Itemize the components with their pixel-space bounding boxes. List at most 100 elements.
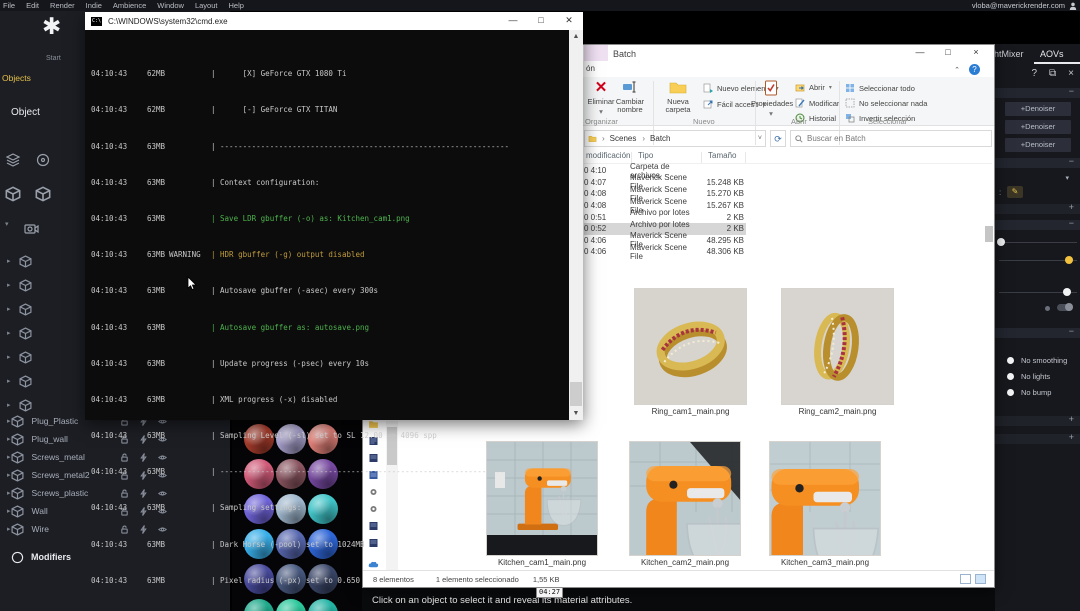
refresh-button[interactable]: ⟳ — [770, 130, 786, 147]
radio-label: No bump — [1021, 388, 1051, 397]
menu-item[interactable]: File — [3, 1, 15, 10]
column-header-type[interactable]: Tipo — [638, 151, 653, 160]
scroll-down-icon[interactable]: ▼ — [569, 407, 583, 420]
tree-row[interactable]: ▸ — [0, 300, 85, 318]
collapse-icon[interactable]: − — [1069, 86, 1074, 96]
minimize-button[interactable]: — — [499, 12, 527, 30]
target-icon[interactable] — [35, 152, 51, 168]
radio-option[interactable]: No lights — [1007, 372, 1050, 381]
radio-option[interactable]: No smoothing — [1007, 356, 1067, 365]
tree-row[interactable]: ▸ — [0, 252, 85, 270]
maximize-button[interactable]: □ — [527, 12, 555, 30]
maximize-button[interactable]: □ — [934, 45, 962, 61]
close-button[interactable]: ✕ — [555, 12, 583, 30]
section-header[interactable]: − — [995, 88, 1080, 98]
account-area[interactable]: vloba@maverickrender.com — [972, 1, 1077, 10]
collapse-icon[interactable]: − — [1069, 218, 1074, 228]
object-toolbar-row1 — [5, 152, 51, 168]
edit-button[interactable]: Modificar — [795, 98, 839, 108]
column-header-size[interactable]: Tamaño — [708, 151, 736, 160]
scrollbar-thumb[interactable] — [570, 382, 582, 406]
section-header[interactable]: − — [995, 158, 1080, 168]
breadcrumb-item[interactable]: Scenes — [599, 134, 639, 143]
menu-item[interactable]: Indie — [86, 1, 102, 10]
cube-icon[interactable] — [5, 186, 21, 202]
slider-handle-yellow[interactable] — [1065, 256, 1073, 264]
menu-item[interactable]: Ambience — [113, 1, 146, 10]
thumbnail-ring-cam1[interactable] — [634, 288, 747, 405]
file-row[interactable]: 0 4:06 Maverick Scene File 48.306 KB — [584, 246, 746, 258]
thumbnail-ring-cam2[interactable] — [781, 288, 894, 405]
help-icon[interactable]: ? — [969, 64, 980, 75]
search-input[interactable] — [807, 134, 987, 143]
collapse-ribbon-icon[interactable]: ⌃ — [954, 66, 960, 74]
menu-item[interactable]: Render — [50, 1, 75, 10]
tab-objects[interactable]: Objects — [2, 73, 31, 83]
help-icon[interactable]: ? — [1031, 68, 1037, 79]
section-header[interactable]: + — [995, 416, 1080, 426]
thumbnail-kitchen-cam3[interactable] — [769, 441, 881, 556]
group-label: Abrir — [791, 117, 807, 126]
edit-pencil-icon[interactable]: ✎ — [1007, 186, 1023, 198]
denoiser-button[interactable]: +Denoiser — [1005, 120, 1071, 134]
slider-handle[interactable] — [997, 238, 1005, 246]
cube2-icon[interactable] — [35, 186, 51, 202]
collapse-icon[interactable]: − — [1069, 156, 1074, 166]
menu-item[interactable]: Layout — [195, 1, 218, 10]
tab-aovs[interactable]: AOVs — [1040, 49, 1064, 59]
ribbon-tab-fragment[interactable]: ón — [586, 64, 595, 73]
cmd-title-bar[interactable]: C:\ C:\WINDOWS\system32\cmd.exe — □ ✕ — [85, 12, 583, 30]
cmd-scrollbar[interactable]: ▲ ▼ — [569, 30, 583, 420]
address-bar[interactable]: ScenesBatch ˅ — [584, 130, 766, 147]
expand-icon[interactable]: + — [1069, 202, 1074, 212]
chevron-down-icon[interactable]: ▾ — [1065, 174, 1069, 182]
denoiser-button[interactable]: +Denoiser — [1005, 138, 1071, 152]
collapse-icon[interactable]: − — [1069, 326, 1074, 336]
section-header[interactable]: + — [995, 434, 1080, 444]
tree-row[interactable]: ▸ — [0, 276, 85, 294]
breadcrumb-item[interactable]: Batch — [639, 134, 673, 143]
details-view-button[interactable] — [960, 574, 971, 584]
cmd-console[interactable]: 04:10:43 62MB | [X] GeForce GTX 1080 Ti … — [85, 30, 583, 420]
rename-button[interactable]: Cambiar nombre — [609, 80, 651, 114]
close-button[interactable]: × — [962, 45, 990, 61]
chevron-down-icon[interactable]: ▾ — [5, 220, 9, 236]
column-header-date[interactable]: modificación — [586, 151, 630, 160]
denoiser-button[interactable]: +Denoiser — [1005, 102, 1071, 116]
properties-button[interactable]: Propiedades▾ — [751, 80, 791, 118]
thumbnail-view-button[interactable] — [975, 574, 986, 584]
tree-row[interactable]: ▸ — [0, 372, 85, 390]
expand-icon[interactable]: + — [1069, 432, 1074, 442]
address-dropdown-icon[interactable]: ˅ — [758, 135, 762, 142]
layers-icon[interactable] — [5, 152, 21, 168]
camera-icon[interactable] — [23, 220, 39, 236]
select-none-button[interactable]: No seleccionar nada — [845, 98, 927, 108]
radio-option[interactable]: No bump — [1007, 388, 1051, 397]
scroll-up-icon[interactable]: ▲ — [569, 30, 583, 43]
thumbnail-kitchen-cam2[interactable] — [629, 441, 741, 556]
slider-handle[interactable] — [1063, 288, 1071, 296]
maverick-logo-icon[interactable]: ✱ — [42, 13, 61, 40]
menu-item[interactable]: Window — [157, 1, 184, 10]
tree-row[interactable]: ▸ — [0, 324, 85, 342]
section-header[interactable]: − — [995, 328, 1080, 338]
section-header[interactable]: − — [995, 220, 1080, 230]
section-header[interactable]: + — [995, 204, 1080, 214]
expand-icon[interactable]: + — [1069, 414, 1074, 424]
log-message: | Save LDR gbuffer (-o) as: Kitchen_cam1… — [211, 214, 410, 223]
menu-item[interactable]: Help — [228, 1, 243, 10]
toggle-switch[interactable] — [1057, 304, 1073, 311]
popout-icon[interactable]: ⧉ — [1049, 68, 1056, 79]
open-button[interactable]: Abrir▾ — [795, 83, 832, 92]
minimize-button[interactable]: — — [906, 45, 934, 61]
start-label[interactable]: Start — [46, 55, 61, 62]
menu-item[interactable]: Edit — [26, 1, 39, 10]
new-folder-button[interactable]: Nueva carpeta — [657, 80, 699, 114]
slider-track[interactable] — [999, 242, 1077, 243]
tree-row[interactable]: ▸ — [0, 348, 85, 366]
select-all-button[interactable]: Seleccionar todo — [845, 83, 915, 93]
scrollbar-thumb[interactable] — [985, 226, 993, 242]
console-line: 04:10:43 62MB | [-] GeForce GTX TITAN — [91, 105, 509, 114]
search-box[interactable] — [790, 130, 992, 147]
close-icon[interactable]: × — [1068, 68, 1074, 79]
